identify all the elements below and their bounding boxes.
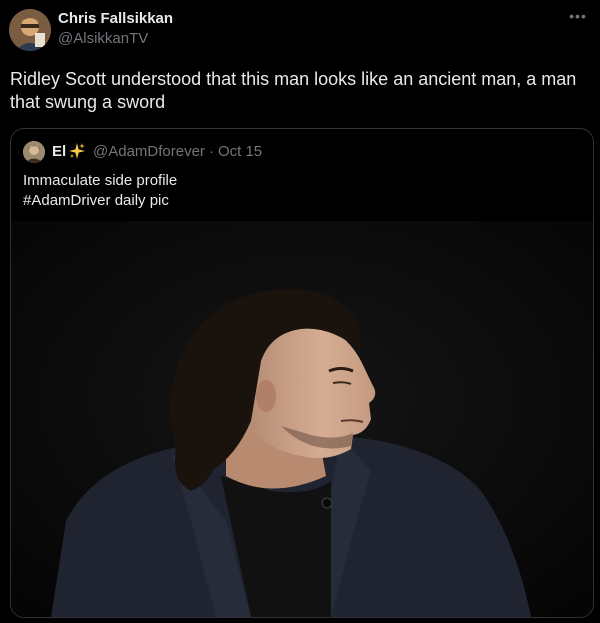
quoted-tweet-text-line: Immaculate side profile — [23, 172, 178, 189]
author-handle[interactable]: @AlsikkanTV — [58, 30, 148, 47]
quoted-author-handle[interactable]: @AdamDforever — [93, 143, 205, 160]
more-horizontal-icon[interactable]: ••• — [566, 8, 590, 26]
meta-separator: · — [208, 143, 214, 160]
quoted-author-display-name[interactable]: El — [52, 143, 66, 160]
author-display-name[interactable]: Chris Fallsikkan — [58, 10, 173, 27]
tweet[interactable]: Chris Fallsikkan @AlsikkanTV ••• Ridley … — [0, 0, 600, 623]
quoted-tweet-date[interactable]: Oct 15 — [218, 143, 262, 160]
quoted-tweet-header: El @AdamDforever · Oct 15 — [23, 141, 583, 163]
quoted-author-avatar[interactable] — [23, 141, 45, 163]
quoted-tweet-card[interactable]: El @AdamDforever · Oct 15 Immaculate side … — [10, 128, 594, 618]
tweet-text: Ridley Scott understood that this man lo… — [10, 69, 577, 112]
author-avatar[interactable] — [9, 9, 51, 51]
quoted-tweet-photo[interactable] — [11, 221, 593, 617]
sparkle-icon — [68, 142, 86, 160]
quoted-tweet-hashtag-line[interactable]: #AdamDriver daily pic — [23, 191, 583, 211]
author-name-line: Chris Fallsikkan — [58, 10, 173, 30]
quoted-author-meta: @AdamDforever · Oct 15 — [93, 143, 262, 160]
quoted-tweet-text: Immaculate side profile #AdamDriver dail… — [23, 171, 583, 211]
